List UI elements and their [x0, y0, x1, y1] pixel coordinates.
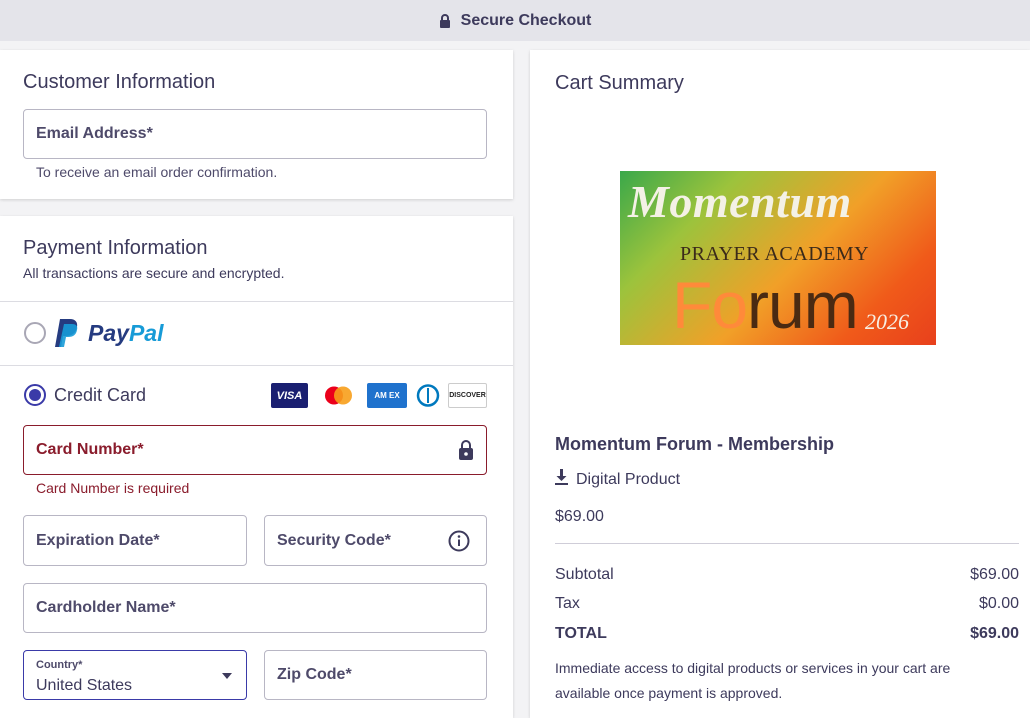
- credit-card-label[interactable]: Credit Card: [54, 385, 146, 406]
- banner-forum-fo: Fo: [672, 268, 748, 342]
- payment-subtitle: All transactions are secure and encrypte…: [23, 265, 285, 281]
- banner-forum-text: Forum: [672, 267, 859, 343]
- product-price: $69.00: [555, 508, 604, 525]
- divider: [0, 301, 513, 302]
- banner-forum-rum: rum: [747, 268, 859, 342]
- security-code-field[interactable]: Security Code*: [264, 515, 487, 566]
- product-type: Digital Product: [555, 469, 680, 490]
- lock-icon: [458, 440, 474, 465]
- subtotal-value: $69.00: [970, 566, 1019, 583]
- info-icon[interactable]: [448, 530, 470, 557]
- product-image: Momentum PRAYER ACADEMY Forum 2026: [620, 171, 936, 345]
- tax-label: Tax: [555, 595, 580, 612]
- cart-summary-title: Cart Summary: [555, 72, 684, 94]
- chevron-down-icon: [222, 673, 232, 679]
- access-note: Immediate access to digital products or …: [555, 660, 951, 701]
- product-name: Momentum Forum - Membership: [555, 434, 835, 454]
- mastercard-icon: [320, 383, 357, 408]
- paypal-word-pay: Pay: [88, 320, 129, 346]
- cart-summary-card: [530, 50, 1030, 718]
- zip-code-field[interactable]: Zip Code*: [264, 650, 487, 700]
- banner-momentum-text: Momentum: [628, 176, 852, 227]
- credit-card-radio[interactable]: [24, 384, 46, 406]
- download-icon: [555, 469, 568, 490]
- email-field-label: Email Address*: [36, 125, 153, 142]
- total-label: TOTAL: [555, 625, 607, 642]
- paypal-word-pal: Pal: [128, 320, 164, 346]
- card-number-field[interactable]: Card Number*: [23, 425, 487, 475]
- cardholder-name-label: Cardholder Name*: [36, 599, 176, 616]
- zip-code-label: Zip Code*: [277, 666, 352, 683]
- email-help-text: To receive an email order confirmation.: [36, 164, 278, 180]
- diners-club-icon: [414, 383, 442, 408]
- country-label: Country*: [36, 659, 83, 671]
- payment-information-title: Payment Information: [23, 237, 208, 259]
- visa-card-icon: VISA: [271, 383, 308, 408]
- lock-icon: [439, 13, 451, 28]
- secure-checkout-header: Secure Checkout: [0, 0, 1030, 41]
- divider: [0, 365, 513, 366]
- subtotal-label: Subtotal: [555, 566, 614, 583]
- paypal-option-label[interactable]: PayPal: [88, 320, 163, 347]
- total-value: $69.00: [970, 625, 1019, 642]
- country-value: United States: [36, 677, 133, 694]
- email-field[interactable]: Email Address*: [23, 109, 487, 159]
- product-type-label: Digital Product: [576, 470, 681, 488]
- country-select[interactable]: Country* United States: [23, 650, 247, 700]
- paypal-logo-icon: [54, 318, 80, 353]
- customer-information-title: Customer Information: [23, 71, 216, 93]
- banner-academy-text: PRAYER ACADEMY: [680, 243, 870, 265]
- card-number-label: Card Number*: [36, 441, 144, 458]
- discover-card-icon: DISCOVER: [448, 383, 487, 408]
- expiration-date-field[interactable]: Expiration Date*: [23, 515, 247, 566]
- tax-value: $0.00: [978, 595, 1019, 612]
- paypal-radio[interactable]: [24, 322, 46, 344]
- cardholder-name-field[interactable]: Cardholder Name*: [23, 583, 487, 633]
- amex-card-icon: AM EX: [367, 383, 407, 408]
- banner-year-text: 2026: [865, 309, 909, 334]
- expiration-date-label: Expiration Date*: [36, 531, 160, 549]
- divider: [555, 543, 1019, 544]
- card-number-error: Card Number is required: [36, 480, 190, 496]
- header-title: Secure Checkout: [460, 11, 592, 29]
- security-code-label: Security Code*: [277, 531, 391, 549]
